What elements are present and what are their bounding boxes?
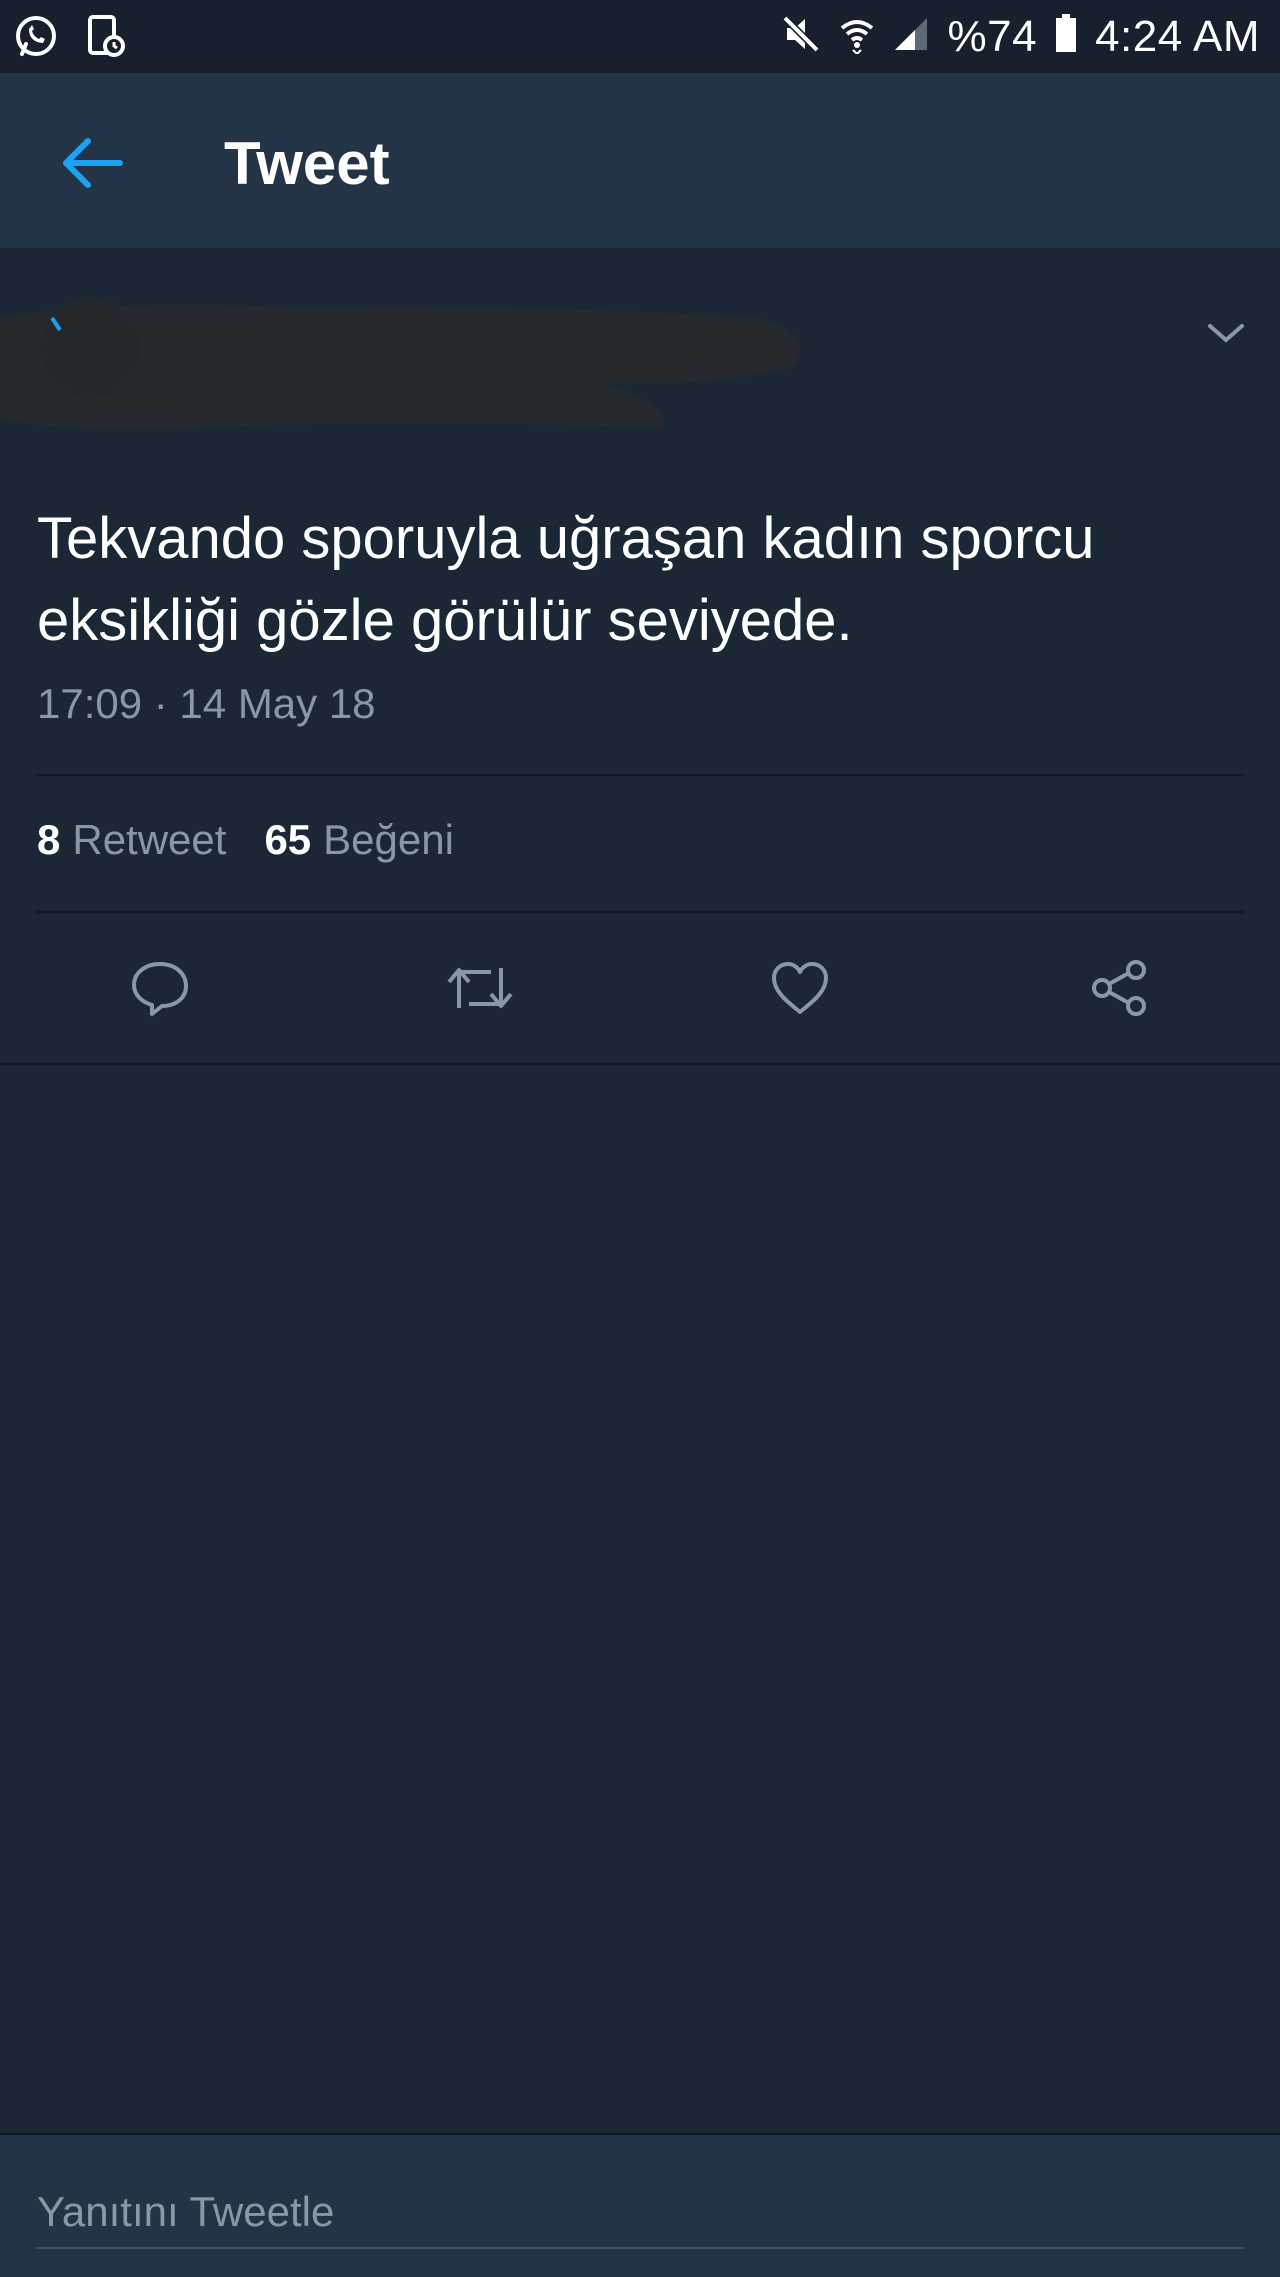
- retweet-icon: [447, 968, 513, 1008]
- clock: 4:24 AM: [1095, 11, 1260, 61]
- tweet-stats: 8 Retweet 65 Beğeni: [37, 816, 454, 864]
- notification-icon: [86, 14, 126, 63]
- tweet-actions: [0, 948, 1280, 1068]
- redacted-author-info: [0, 278, 820, 438]
- tweet-text: Tekvando sporuyla uğraşan kadın sporcu e…: [37, 506, 1095, 653]
- reply-icon: [132, 962, 188, 1016]
- wifi-icon: [839, 14, 875, 59]
- battery-icon: [1055, 14, 1077, 59]
- divider: [37, 911, 1243, 913]
- tweet-timestamp: 17:09 · 14 May 18: [37, 680, 376, 727]
- retweet-count: 8: [37, 816, 61, 863]
- page-title: Tweet: [224, 130, 390, 197]
- like-button[interactable]: [760, 948, 840, 1028]
- share-button[interactable]: [1080, 948, 1160, 1028]
- chevron-down-icon: [1208, 324, 1244, 343]
- tweet-detail: Tekvando sporuyla uğraşan kadın sporcu e…: [0, 248, 1280, 1065]
- status-right-icons: %74 4:24 AM: [781, 0, 1260, 73]
- divider: [37, 774, 1243, 776]
- retweet-label: Retweet: [72, 816, 227, 863]
- like-stat[interactable]: 65 Beğeni: [264, 816, 454, 864]
- reply-button[interactable]: [120, 948, 200, 1028]
- retweet-button[interactable]: [440, 948, 520, 1028]
- battery-percent: %74: [947, 11, 1038, 61]
- back-button[interactable]: [58, 133, 128, 193]
- heart-icon: [772, 962, 828, 1014]
- tweet-options-button[interactable]: [1204, 318, 1248, 348]
- like-count: 65: [264, 816, 312, 863]
- status-bar: %74 4:24 AM: [0, 0, 1280, 73]
- like-label: Beğeni: [323, 816, 454, 863]
- mute-icon: [781, 14, 821, 59]
- app-bar: Tweet: [0, 73, 1280, 248]
- share-icon: [1092, 960, 1146, 1016]
- signal-icon: [893, 16, 929, 57]
- whatsapp-icon: [14, 14, 58, 63]
- reply-bar: [0, 2133, 1280, 2277]
- reply-input[interactable]: [37, 2177, 1243, 2249]
- back-arrow-icon: [63, 138, 123, 188]
- status-left-icons: [14, 14, 126, 63]
- retweet-stat[interactable]: 8 Retweet: [37, 816, 226, 864]
